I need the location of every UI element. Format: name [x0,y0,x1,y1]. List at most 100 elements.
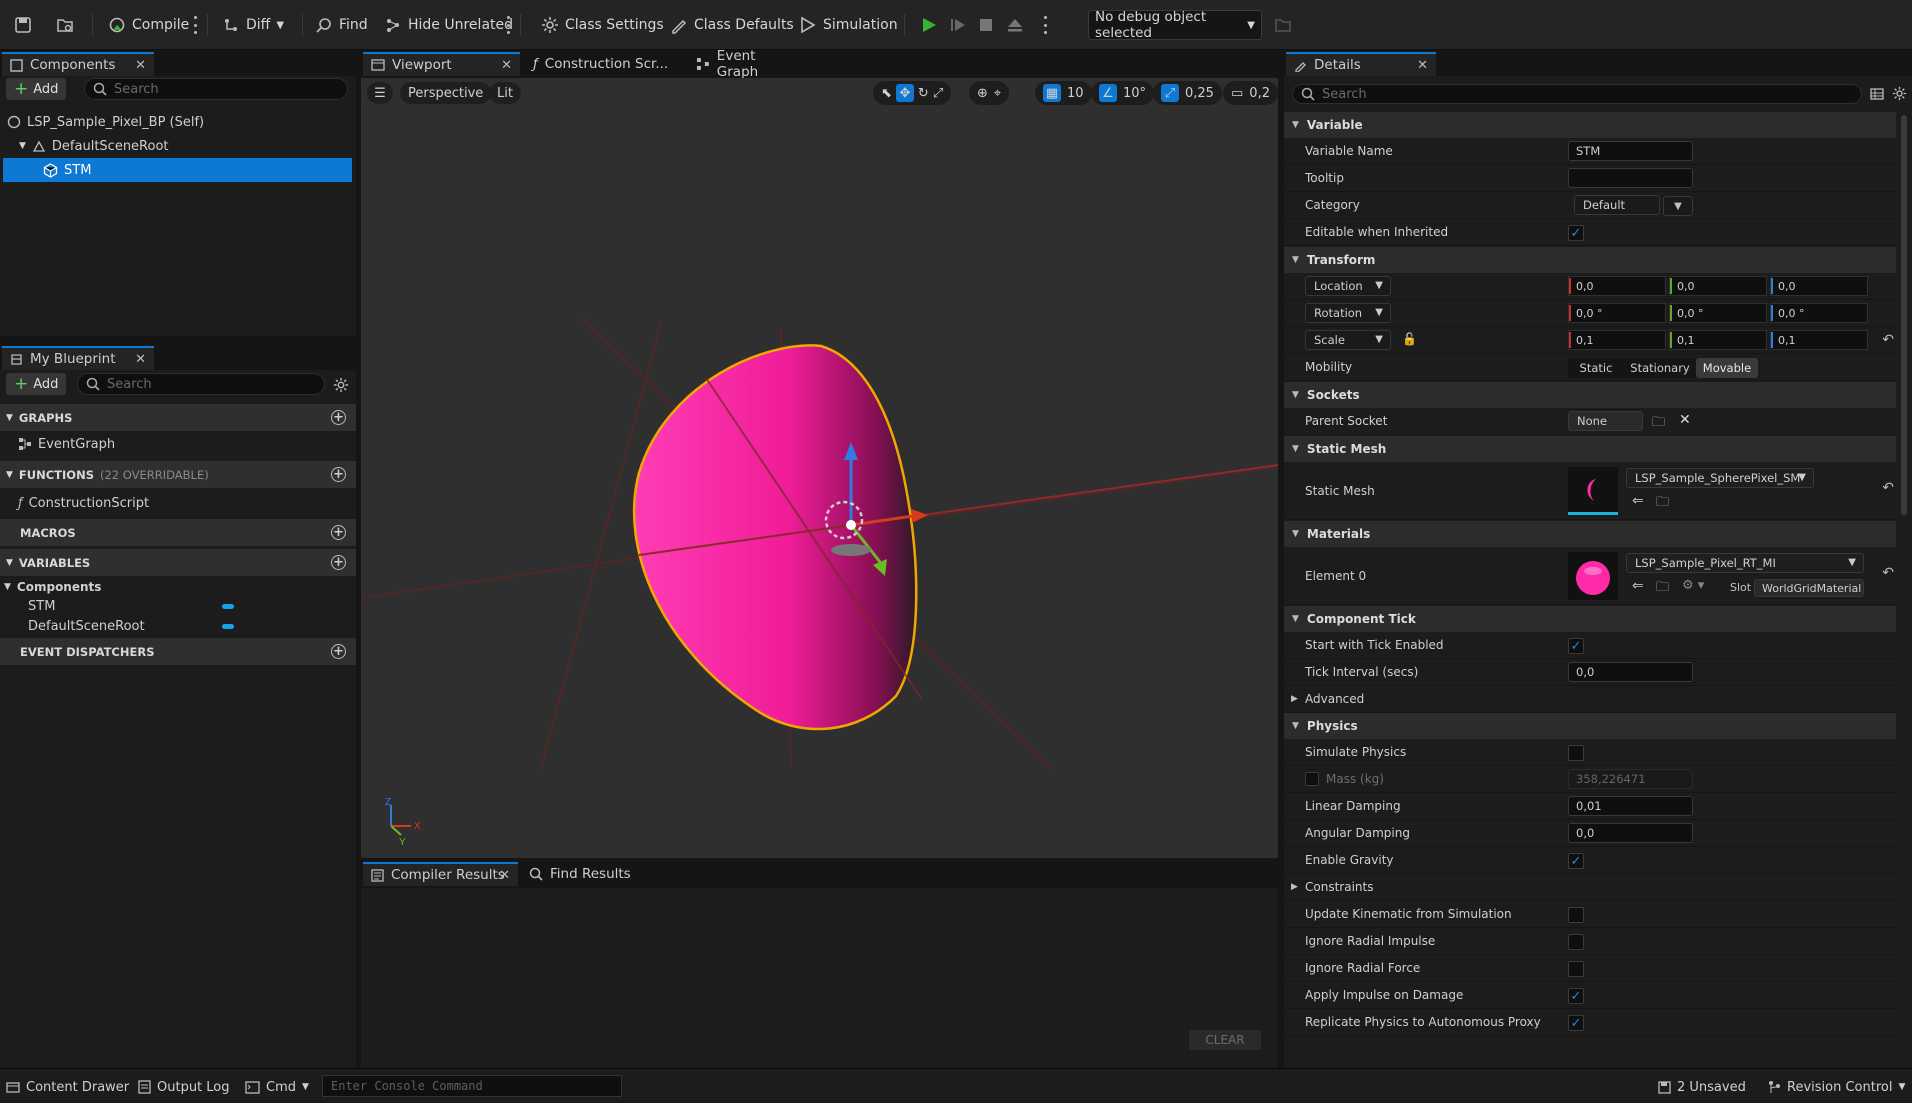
mass-override-checkbox[interactable] [1305,772,1319,786]
step-button[interactable] [943,11,973,39]
add-function-icon[interactable]: + [331,467,346,482]
play-options-button[interactable] [1043,16,1047,34]
tab-event-graph[interactable]: Event Graph [688,48,808,80]
category-sockets[interactable]: ▼ Sockets [1284,382,1896,408]
start-tick-checkbox[interactable]: ✓ [1568,638,1584,654]
category-transform[interactable]: ▼ Transform [1284,247,1896,273]
class-defaults-button[interactable]: Class Defaults [664,11,800,39]
camera-speed-button[interactable]: ▭ 0,2 [1223,81,1278,105]
rotation-z-field[interactable]: 0,0 ° [1770,303,1868,323]
enable-gravity-checkbox[interactable]: ✓ [1568,853,1584,869]
tab-construction-script[interactable]: ƒ Construction Scr... [525,52,685,76]
details-scrollbar[interactable] [1901,115,1907,515]
browse-socket-icon[interactable]: 🗀 [1652,413,1665,435]
clear-socket-icon[interactable]: ✕ [1679,412,1691,428]
viewport[interactable]: Z X Y ☰ Perspective Lit ⬉ ✥ ↻ ⤢ ⊕ ⌖ ▦ 10 … [361,78,1278,858]
tab-details[interactable]: Details ✕ [1286,52,1436,76]
update-kinematic-checkbox[interactable] [1568,907,1584,923]
location-y-field[interactable]: 0,0 [1669,276,1767,296]
surface-snap-icon[interactable]: ⌖ [994,86,1001,101]
category-variable[interactable]: ▼ Variable [1284,112,1896,138]
section-variables[interactable]: ▼ VARIABLES + [0,549,356,576]
section-macros[interactable]: MACROS + [0,519,356,546]
parent-socket-field[interactable]: None [1568,411,1643,431]
tooltip-field[interactable] [1568,168,1693,188]
view-mode-button[interactable]: Perspective [400,82,492,104]
class-settings-button[interactable]: Class Settings [535,11,670,39]
tab-compiler-results[interactable]: Compiler Results ✕ [363,862,518,886]
category-combo[interactable]: Default [1574,195,1660,215]
translate-tool-icon[interactable]: ✥ [895,84,914,102]
section-graphs[interactable]: ▼ GRAPHS + [0,404,356,431]
static-mesh-combo[interactable]: LSP_Sample_SpherePixel_SM ▼ [1626,468,1814,488]
rotate-tool-icon[interactable]: ↻ [918,86,929,101]
find-button[interactable]: Find [309,11,374,39]
debug-browse-button[interactable] [1268,11,1298,39]
location-z-field[interactable]: 0,0 [1770,276,1868,296]
row-constraints[interactable]: ▶ Constraints [1284,874,1896,901]
section-event-dispatchers[interactable]: EVENT DISPATCHERS + [0,638,356,665]
compile-options-button[interactable] [193,16,197,34]
tree-item-defaultsceneroot[interactable]: ▼ DefaultSceneRoot [3,134,352,158]
scale-snap-toggle[interactable]: ⤢ 0,25 [1153,81,1222,105]
tree-item-self[interactable]: LSP_Sample_Pixel_BP (Self) [3,110,352,134]
slot-name-field[interactable]: WorldGridMaterial [1754,579,1864,597]
add-macro-icon[interactable]: + [331,525,346,540]
scale-x-field[interactable]: 0,1 [1568,330,1666,350]
location-x-field[interactable]: 0,0 [1568,276,1666,296]
simulate-physics-checkbox[interactable] [1568,745,1584,761]
category-component-tick[interactable]: ▼ Component Tick [1284,606,1896,632]
location-mode-combo[interactable]: Location ▼ [1305,276,1391,296]
select-tool-icon[interactable]: ⬉ [881,86,892,101]
rotation-snap-toggle[interactable]: ∠ 10° [1091,81,1155,105]
details-settings-button[interactable] [1892,86,1907,101]
browse-asset-icon[interactable]: 🗀 [1656,578,1669,600]
add-component-button[interactable]: + Add [6,78,67,100]
section-functions[interactable]: ▼ FUNCTIONS (22 OVERRIDABLE) + [0,461,356,488]
simulation-button[interactable]: Simulation [793,11,904,39]
clear-button[interactable]: CLEAR [1189,1030,1261,1050]
close-icon[interactable]: ✕ [499,868,510,883]
category-physics[interactable]: ▼ Physics [1284,713,1896,739]
hide-unrelated-button[interactable]: Hide Unrelated [378,11,519,39]
rotation-y-field[interactable]: 0,0 ° [1669,303,1767,323]
tab-find-results[interactable]: Find Results [521,862,641,886]
world-space-icon[interactable]: ⊕ [977,86,988,101]
stop-button[interactable] [971,11,1001,39]
components-search-input[interactable]: Search [84,78,348,100]
graph-item-eventgraph[interactable]: EventGraph [18,433,115,455]
lock-icon[interactable]: 🔓 [1402,332,1417,346]
add-variable-icon[interactable]: + [331,555,346,570]
material-options-icon[interactable]: ⚙ ▾ [1682,578,1704,593]
eject-button[interactable] [1000,11,1030,39]
variable-item-stm[interactable]: STM [28,595,55,617]
blueprint-settings-button[interactable] [333,377,349,393]
category-dropdown-button[interactable]: ▼ [1663,196,1693,216]
rotation-x-field[interactable]: 0,0 ° [1568,303,1666,323]
tree-item-stm[interactable]: STM [3,158,352,182]
save-button[interactable] [8,11,38,39]
apply-impulse-damage-checkbox[interactable]: ✓ [1568,988,1584,1004]
variable-name-field[interactable]: STM [1568,141,1693,161]
scale-y-field[interactable]: 0,1 [1669,330,1767,350]
close-icon[interactable]: ✕ [1417,58,1428,73]
browse-button[interactable] [50,11,80,39]
reset-to-default-icon[interactable]: ↶ [1882,480,1894,496]
tab-viewport[interactable]: Viewport ✕ [363,52,520,76]
reset-to-default-icon[interactable]: ↶ [1882,565,1894,581]
material-combo[interactable]: LSP_Sample_Pixel_RT_MI ▼ [1626,553,1864,573]
lighting-mode-button[interactable]: Lit [489,82,521,104]
linear-damping-field[interactable]: 0,01 [1568,796,1693,816]
static-mesh-thumbnail[interactable] [1568,467,1618,515]
property-matrix-icon[interactable] [1870,87,1884,101]
mobility-stationary[interactable]: Stationary [1624,358,1696,378]
viewport-scene[interactable]: Z X Y [361,78,1278,858]
add-graph-icon[interactable]: + [331,410,346,425]
content-drawer-button[interactable]: Content Drawer [6,1075,129,1099]
close-icon[interactable]: ✕ [135,58,146,73]
details-search-input[interactable]: Search [1292,84,1862,104]
category-materials[interactable]: ▼ Materials [1284,521,1896,547]
use-selected-asset-icon[interactable]: ⇐ [1632,578,1644,594]
rotation-mode-combo[interactable]: Rotation ▼ [1305,303,1391,323]
grid-snap-toggle[interactable]: ▦ 10 [1035,81,1092,105]
